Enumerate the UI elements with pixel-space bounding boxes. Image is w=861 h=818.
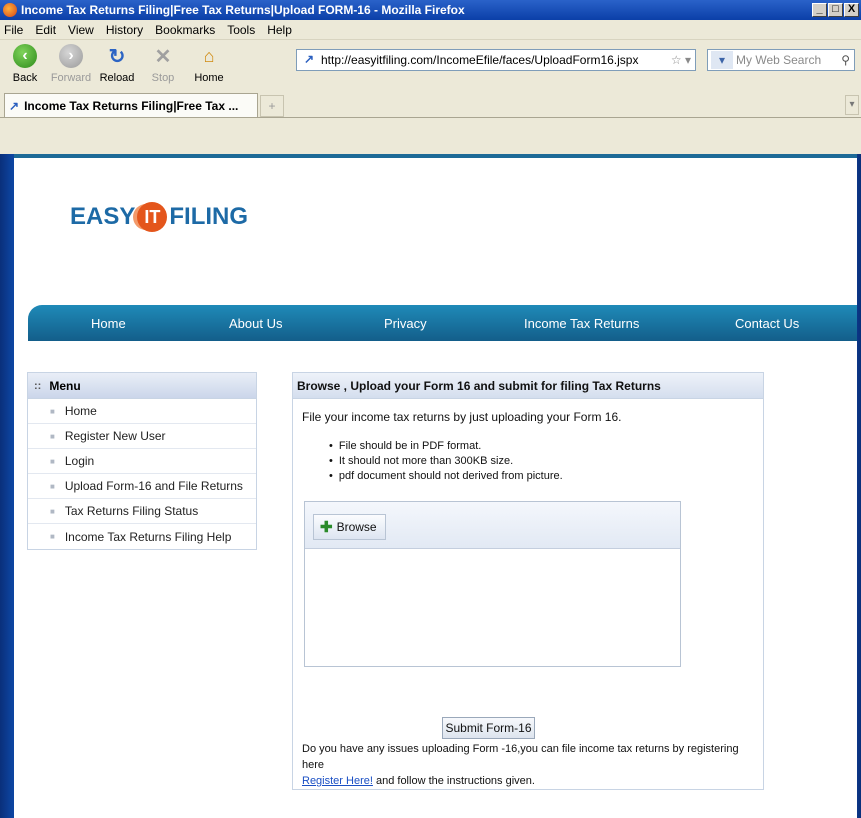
submit-form16-button[interactable]: Submit Form-16 xyxy=(442,717,535,739)
menu-edit[interactable]: Edit xyxy=(35,23,56,37)
nav-about-us[interactable]: About Us xyxy=(229,316,282,331)
help-note-text: Do you have any issues uploading Form -1… xyxy=(302,743,739,771)
menu-help[interactable]: Help xyxy=(267,23,292,37)
reload-icon: ↻ xyxy=(108,45,126,68)
tab-favicon-icon: ↗ xyxy=(9,98,20,113)
sidebar-item-label: Income Tax Returns Filing Help xyxy=(64,529,232,544)
nav-contact-us[interactable]: Contact Us xyxy=(735,316,799,331)
new-tab-button[interactable]: + xyxy=(260,95,284,117)
forward-label: Forward xyxy=(50,72,92,84)
window-title: Income Tax Returns Filing|Free Tax Retur… xyxy=(21,3,465,17)
sidebar-item-label: Login xyxy=(64,454,95,468)
register-here-link[interactable]: Register Here! xyxy=(302,775,373,787)
help-note: Do you have any issues uploading Form -1… xyxy=(302,741,762,789)
forward-arrow-icon: › xyxy=(59,44,83,68)
back-arrow-icon: ‹ xyxy=(13,44,37,68)
list-item: pdf document should not derived from pic… xyxy=(329,469,563,484)
list-item: File should be in PDF format. xyxy=(329,439,563,454)
menu-grip-icon: :: xyxy=(34,379,42,392)
address-bar[interactable]: ↗ http://easyitfiling.com/IncomeEfile/fa… xyxy=(296,49,696,71)
menu-bookmarks[interactable]: Bookmarks xyxy=(155,23,215,37)
sidebar-menu: :: Menu ■ Home ■ Register New User ■ Log… xyxy=(27,372,257,550)
plus-icon: + xyxy=(268,99,276,113)
uploader-toolbar: ✚ Browse xyxy=(305,502,680,549)
list-item: It should not more than 300KB size. xyxy=(329,454,563,469)
logo-filing: FILING xyxy=(169,203,249,230)
plus-icon: ✚ xyxy=(320,519,333,536)
menu-bar: File Edit View History Bookmarks Tools H… xyxy=(0,20,861,40)
bullet-icon: ■ xyxy=(50,532,55,541)
sidebar-item-filing-status[interactable]: ■ Tax Returns Filing Status xyxy=(28,499,256,524)
file-uploader[interactable]: ✚ Browse xyxy=(304,501,681,667)
sidebar-item-filing-help[interactable]: ■ Income Tax Returns Filing Help xyxy=(28,524,256,549)
menu-view[interactable]: View xyxy=(68,23,94,37)
chevron-down-icon: ▾ xyxy=(849,99,855,110)
minimize-button[interactable]: _ xyxy=(812,3,827,17)
sidebar-item-register[interactable]: ■ Register New User xyxy=(28,424,256,449)
bullet-icon: ■ xyxy=(50,406,55,416)
site-nav-bar: Home About Us Privacy Income Tax Returns… xyxy=(28,305,857,341)
logo-it: IT xyxy=(137,202,168,232)
page-top-line xyxy=(14,154,857,158)
logo-easy: EASY xyxy=(70,203,136,230)
browse-button[interactable]: ✚ Browse xyxy=(313,514,386,540)
window-controls: _ □ X xyxy=(812,3,859,17)
search-placeholder[interactable]: My Web Search xyxy=(736,53,821,67)
navigation-toolbar: ‹ Back › Forward ↻ Reload ✕ Stop ⌂ Home … xyxy=(0,40,861,92)
browse-label: Browse xyxy=(336,520,377,534)
back-button[interactable]: ‹ Back xyxy=(4,44,46,84)
home-label: Home xyxy=(194,72,224,84)
home-button[interactable]: ⌂ Home xyxy=(188,44,230,85)
panel-intro: File your income tax returns by just upl… xyxy=(302,410,622,424)
stop-button[interactable]: ✕ Stop xyxy=(142,44,184,85)
back-label: Back xyxy=(12,72,38,84)
sidebar-item-label: Register New User xyxy=(64,429,166,443)
reload-label: Reload xyxy=(99,72,135,84)
close-button[interactable]: X xyxy=(844,3,859,17)
tab-active[interactable]: ↗ Income Tax Returns Filing|Free Tax ... xyxy=(4,93,258,117)
nav-home[interactable]: Home xyxy=(91,316,126,331)
menu-history[interactable]: History xyxy=(106,23,143,37)
menu-tools[interactable]: Tools xyxy=(227,23,255,37)
bullet-icon: ■ xyxy=(50,431,55,441)
nav-income-tax-returns[interactable]: Income Tax Returns xyxy=(524,316,639,331)
upload-panel: Browse , Upload your Form 16 and submit … xyxy=(292,372,764,790)
search-engine-icon[interactable]: ▾ xyxy=(711,51,733,69)
bullet-icon: ■ xyxy=(50,506,55,516)
forward-button[interactable]: › Forward xyxy=(50,44,92,84)
search-icon[interactable]: ⚲ xyxy=(841,53,850,67)
browser-chrome: File Edit View History Bookmarks Tools H… xyxy=(0,20,861,154)
tab-label: Income Tax Returns Filing|Free Tax ... xyxy=(24,98,239,113)
sidebar-item-upload-form16[interactable]: ■ Upload Form-16 and File Returns xyxy=(28,474,256,499)
url-text[interactable]: http://easyitfiling.com/IncomeEfile/face… xyxy=(321,53,671,67)
sidebar-item-label: Home xyxy=(64,404,97,418)
tab-list-button[interactable]: ▾ xyxy=(845,95,859,115)
bookmark-star-icon[interactable]: ☆ ▾ xyxy=(671,53,691,67)
bullet-icon: ■ xyxy=(50,456,55,466)
site-logo[interactable]: EASY IT FILING xyxy=(70,202,248,232)
site-favicon-icon: ↗ xyxy=(303,52,315,66)
reload-button[interactable]: ↻ Reload xyxy=(96,44,138,85)
sidebar-title: Menu xyxy=(49,378,81,393)
stop-label: Stop xyxy=(151,72,175,84)
panel-title: Browse , Upload your Form 16 and submit … xyxy=(293,373,763,399)
nav-privacy[interactable]: Privacy xyxy=(384,316,427,331)
help-note-tail: and follow the instructions given. xyxy=(372,775,535,787)
sidebar-item-label: Tax Returns Filing Status xyxy=(64,504,199,518)
search-box[interactable]: ▾ My Web Search ⚲ xyxy=(707,49,855,71)
sidebar-item-label: Upload Form-16 and File Returns xyxy=(64,479,243,493)
home-icon: ⌂ xyxy=(203,45,215,66)
menu-file[interactable]: File xyxy=(4,23,23,37)
bullet-icon: ■ xyxy=(50,481,55,491)
window-titlebar: Income Tax Returns Filing|Free Tax Retur… xyxy=(0,0,861,20)
firefox-icon xyxy=(3,3,17,17)
stop-icon: ✕ xyxy=(154,45,172,68)
tab-strip: ↗ Income Tax Returns Filing|Free Tax ...… xyxy=(0,92,861,118)
page-viewport: EASY IT FILING Home About Us Privacy Inc… xyxy=(14,154,857,818)
maximize-button[interactable]: □ xyxy=(828,3,843,17)
sidebar-item-home[interactable]: ■ Home xyxy=(28,399,256,424)
requirements-list: File should be in PDF format. It should … xyxy=(329,439,563,484)
sidebar-item-login[interactable]: ■ Login xyxy=(28,449,256,474)
sidebar-header: :: Menu xyxy=(28,373,256,399)
